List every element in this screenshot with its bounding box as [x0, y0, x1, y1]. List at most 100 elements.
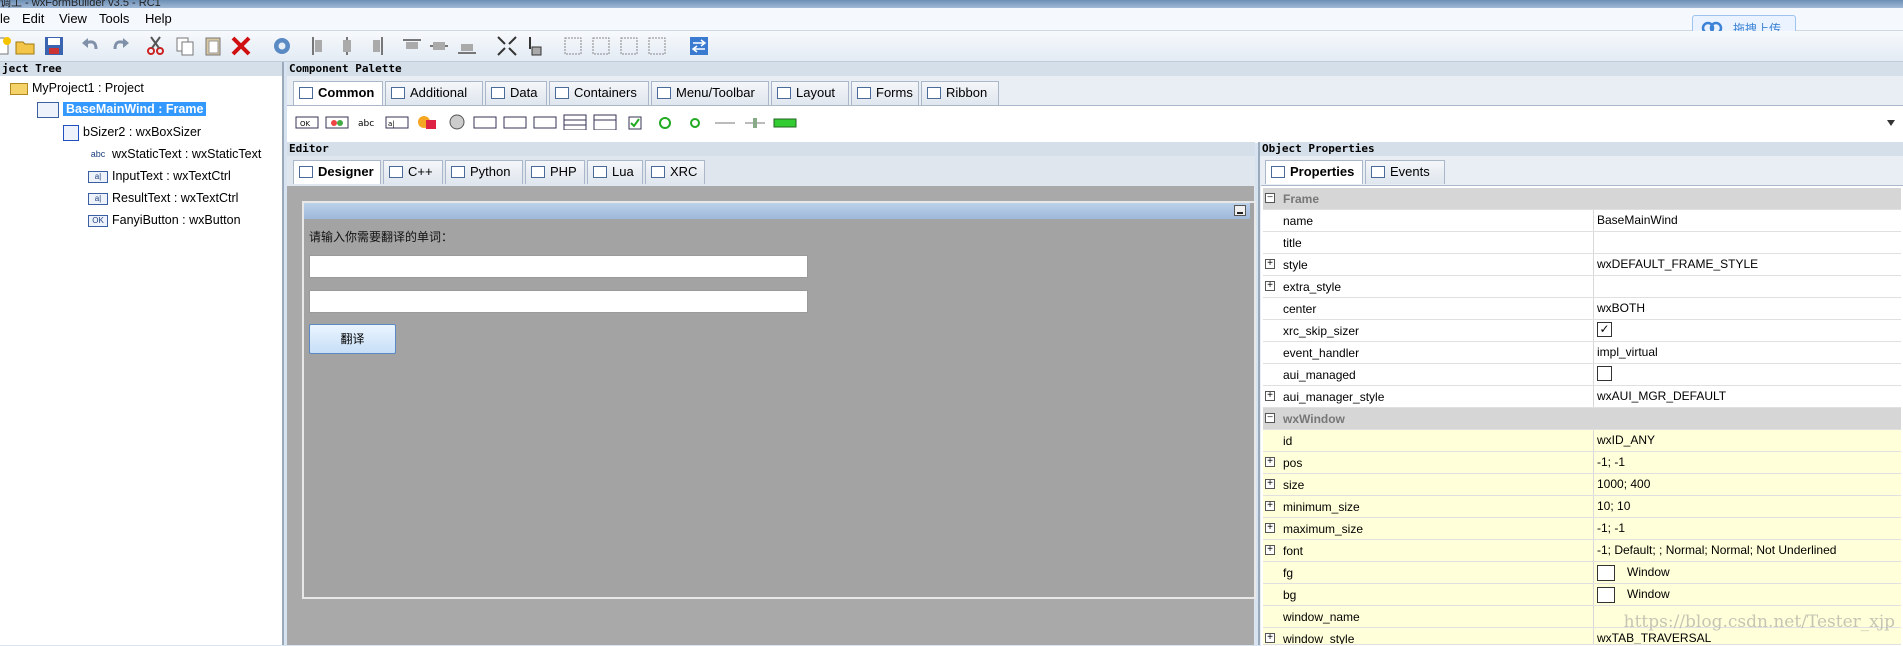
tree-item-inputtext[interactable]: a| InputText : wxTextCtrl — [88, 167, 231, 185]
collapse-icon[interactable]: − — [1265, 193, 1275, 203]
tree-item-resulttext[interactable]: a| ResultText : wxTextCtrl — [88, 189, 238, 207]
tab-ribbon[interactable]: Ribbon — [921, 81, 999, 105]
prop-row-aui-managed[interactable]: aui_managed — [1263, 364, 1901, 386]
prop-row-title[interactable]: title — [1263, 232, 1901, 254]
align-left-icon[interactable] — [309, 35, 331, 57]
border-right-icon[interactable] — [590, 35, 612, 57]
align-top-icon[interactable] — [401, 35, 423, 57]
swap-icon[interactable] — [688, 35, 710, 57]
prop-value[interactable]: -1; Default; ; Normal; Normal; Not Under… — [1593, 540, 1901, 561]
bitmap-button-icon[interactable] — [325, 114, 349, 130]
expand-icon[interactable]: + — [1265, 479, 1275, 489]
fg-color-swatch[interactable] — [1597, 564, 1615, 581]
tab-additional[interactable]: Additional — [385, 81, 483, 105]
expand-icon[interactable]: + — [1265, 545, 1275, 555]
tab-python[interactable]: Python — [445, 160, 523, 184]
tab-properties[interactable]: Properties — [1265, 160, 1363, 184]
slider-icon[interactable] — [743, 114, 767, 130]
prop-row-event-handler[interactable]: event_handler impl_virtual — [1263, 342, 1901, 364]
checkbox-widget-icon[interactable] — [625, 114, 649, 130]
static-text-widget-icon[interactable]: abc — [357, 114, 381, 130]
prop-value[interactable]: wxBOTH — [1593, 298, 1901, 319]
menu-tools[interactable]: Tools — [99, 11, 129, 26]
paste-icon[interactable] — [202, 35, 224, 57]
prop-category-wxwindow[interactable]: − wxWindow — [1263, 408, 1901, 430]
prop-row-size[interactable]: + size 1000; 400 — [1263, 474, 1901, 496]
listctrl-icon[interactable] — [593, 114, 617, 130]
collapse-icon[interactable]: − — [1265, 413, 1275, 423]
prop-row-xrc-skip-sizer[interactable]: xrc_skip_sizer ✓ — [1263, 320, 1901, 342]
static-line-icon[interactable] — [713, 114, 737, 130]
result-text-preview[interactable] — [309, 290, 808, 313]
prop-value[interactable]: wxAUI_MGR_DEFAULT — [1593, 386, 1901, 407]
prop-row-style[interactable]: + style wxDEFAULT_FRAME_STYLE — [1263, 254, 1901, 276]
undo-icon[interactable] — [80, 35, 102, 57]
xrc-skip-sizer-checkbox[interactable]: ✓ — [1597, 322, 1612, 338]
tab-forms[interactable]: Forms — [851, 81, 919, 105]
tree-item-frame[interactable]: BaseMainWind : Frame — [37, 100, 207, 118]
tab-events[interactable]: Events — [1365, 160, 1445, 184]
expand-icon[interactable]: + — [1265, 281, 1275, 291]
combo-icon[interactable] — [445, 114, 469, 130]
border-bottom-icon[interactable] — [646, 35, 668, 57]
menu-help[interactable]: Help — [145, 11, 172, 26]
prop-value[interactable]: 10; 10 — [1593, 496, 1901, 517]
grid-icon[interactable] — [563, 114, 587, 130]
prop-value[interactable]: impl_virtual — [1593, 342, 1901, 363]
tree-item-button[interactable]: OK FanyiButton : wxButton — [88, 211, 241, 229]
tree-item-statictext[interactable]: abc wxStaticText : wxStaticText — [88, 145, 262, 163]
redo-icon[interactable] — [109, 35, 131, 57]
new-icon[interactable] — [0, 35, 14, 57]
expand-icon[interactable] — [496, 35, 518, 57]
save-icon[interactable] — [43, 35, 65, 57]
gauge-icon[interactable] — [773, 114, 797, 130]
expand-icon[interactable]: + — [1265, 457, 1275, 467]
prop-row-extra-style[interactable]: + extra_style — [1263, 276, 1901, 298]
radio-box-icon[interactable] — [683, 114, 707, 130]
copy-icon[interactable] — [174, 35, 196, 57]
tab-xrc[interactable]: XRC — [645, 160, 705, 184]
bg-color-swatch[interactable] — [1597, 586, 1615, 603]
tab-cpp[interactable]: C++ — [383, 160, 443, 184]
tab-php[interactable]: PHP — [525, 160, 585, 184]
tab-data[interactable]: Data — [485, 81, 547, 105]
checklist-icon[interactable] — [533, 114, 557, 130]
tab-designer[interactable]: Designer — [293, 160, 381, 184]
input-text-preview[interactable] — [309, 255, 808, 278]
expand-icon[interactable]: + — [1265, 633, 1275, 643]
tree-item-sizer[interactable]: bSizer2 : wxBoxSizer — [63, 123, 201, 141]
stretch-icon[interactable] — [524, 35, 546, 57]
prop-value[interactable]: 1000; 400 — [1593, 474, 1901, 495]
prop-row-fg[interactable]: fg Window — [1263, 562, 1901, 584]
align-right-icon[interactable] — [364, 35, 386, 57]
prop-value[interactable]: -1; -1 — [1593, 452, 1901, 473]
prop-row-bg[interactable]: bg Window — [1263, 584, 1901, 606]
prop-row-name[interactable]: name BaseMainWind — [1263, 210, 1901, 232]
delete-icon[interactable] — [230, 35, 252, 57]
cut-icon[interactable] — [145, 35, 167, 57]
prop-value[interactable] — [1593, 232, 1901, 253]
prop-value[interactable]: -1; -1 — [1593, 518, 1901, 539]
expand-icon[interactable]: + — [1265, 259, 1275, 269]
open-icon[interactable] — [14, 35, 36, 57]
prop-value[interactable] — [1593, 276, 1901, 297]
align-bottom-icon[interactable] — [456, 35, 478, 57]
prop-value[interactable]: wxID_ANY — [1593, 430, 1901, 451]
fanyi-button-preview[interactable]: 翻译 — [309, 324, 396, 354]
palette-scroll-down-icon[interactable] — [1885, 118, 1897, 128]
align-middle-icon[interactable] — [428, 35, 450, 57]
text-ctrl-widget-icon[interactable]: a| — [385, 114, 409, 130]
menu-edit[interactable]: Edit — [22, 11, 44, 26]
tab-containers[interactable]: Containers — [549, 81, 649, 105]
border-top-icon[interactable] — [618, 35, 640, 57]
prop-row-pos[interactable]: + pos -1; -1 — [1263, 452, 1901, 474]
menu-file[interactable]: le — [0, 11, 10, 26]
radio-button-icon[interactable] — [653, 114, 677, 130]
prop-value[interactable]: wxDEFAULT_FRAME_STYLE — [1593, 254, 1901, 275]
prop-value[interactable]: BaseMainWind — [1593, 210, 1901, 231]
prop-value[interactable]: Window — [1593, 584, 1901, 605]
prop-value[interactable]: Window — [1593, 562, 1901, 583]
tab-layout[interactable]: Layout — [771, 81, 849, 105]
minimize-icon[interactable] — [1234, 205, 1246, 216]
expand-icon[interactable]: + — [1265, 523, 1275, 533]
